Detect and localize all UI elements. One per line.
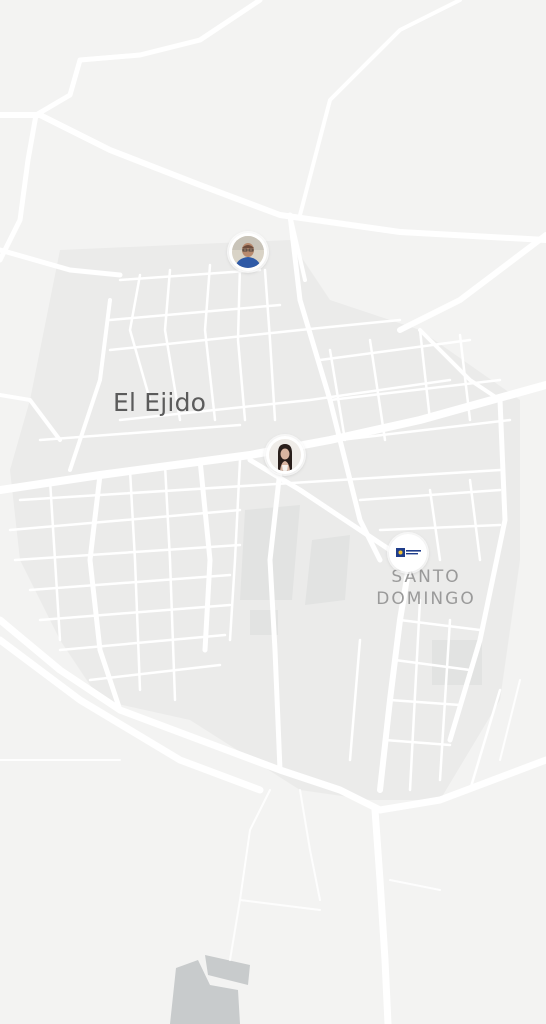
city-label: El Ejido [113, 388, 207, 417]
user-avatar-woman [269, 439, 301, 471]
district-label-line1: SANTO [391, 567, 461, 587]
business-logo [392, 537, 424, 569]
district-label-line2: DOMINGO [376, 589, 476, 609]
user-avatar-pin[interactable] [229, 233, 267, 271]
user-avatar-pin[interactable] [266, 436, 304, 474]
map-view[interactable]: El Ejido SANTO DOMINGO [0, 0, 546, 1024]
user-avatar-man [232, 236, 264, 268]
district-label: SANTO DOMINGO [366, 566, 486, 610]
map-base-layer[interactable] [0, 0, 546, 1024]
business-logo-pin[interactable] [389, 534, 427, 572]
